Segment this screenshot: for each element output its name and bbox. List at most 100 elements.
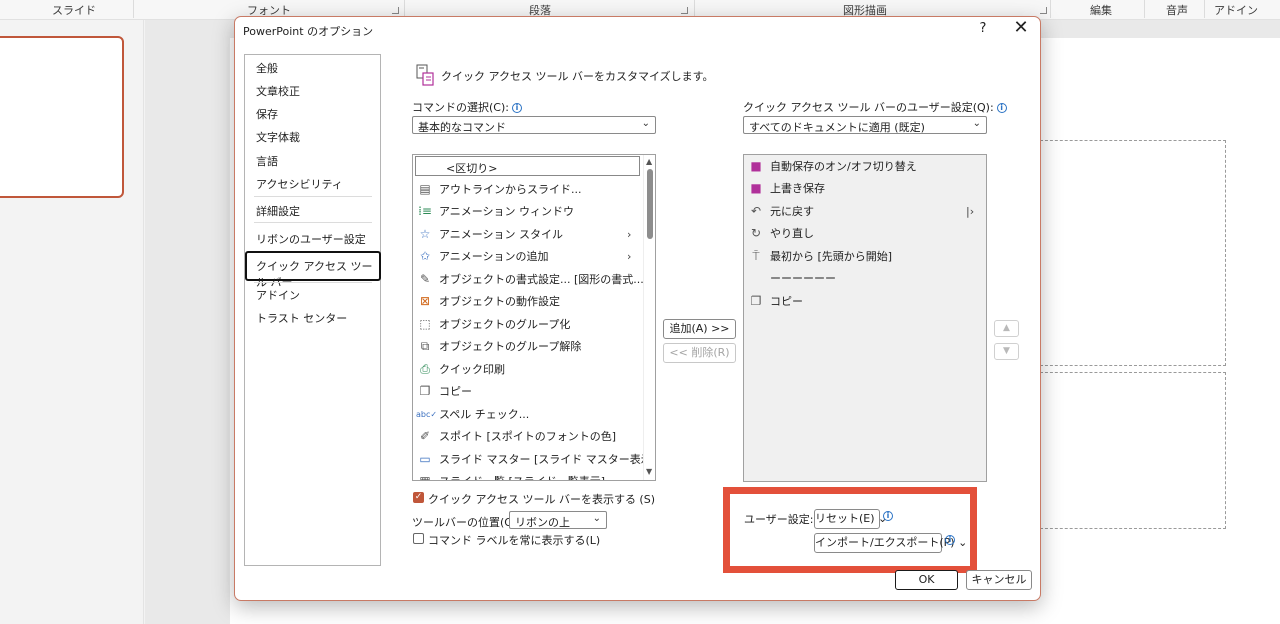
qat-label-text: クイック アクセス ツール バーのユーザー設定(Q): <box>743 101 994 114</box>
list-item-label: オブジェクトのグループ化 <box>439 318 571 331</box>
move-up-button[interactable]: ▲ <box>994 320 1019 337</box>
list-item[interactable]: ❐ コピー <box>744 290 803 312</box>
qat-dropdown[interactable]: すべてのドキュメントに適用 (既定) ⌄ <box>743 116 987 134</box>
info-icon[interactable]: i <box>996 103 1007 113</box>
ribbon-group-audio[interactable]: 音声 <box>1166 2 1188 18</box>
list-item[interactable]: ☆ アニメーション スタイル › <box>413 223 641 245</box>
list-item[interactable]: ■ 自動保存のオン/オフ切り替え <box>744 155 917 177</box>
list-item[interactable]: ⍑ 最初から [先頭から開始] <box>744 245 892 267</box>
list-item[interactable]: ▦ スライド一覧 [スライド一覧表示] <box>413 470 605 480</box>
list-item[interactable]: ↻ やり直し <box>744 222 814 244</box>
animation-style-icon: ☆ <box>419 227 431 241</box>
highlight-box <box>723 487 977 573</box>
ribbon-separator <box>1144 0 1145 18</box>
ungroup-icon: ⧉ <box>420 338 430 353</box>
move-down-button[interactable]: ▼ <box>994 343 1019 360</box>
format-object-icon: ✎ <box>419 272 431 286</box>
font-dialog-launcher-icon[interactable] <box>392 7 399 14</box>
nav-item-proofing[interactable]: 文章校正 <box>256 83 300 99</box>
list-item[interactable]: abc✓ スペル チェック... <box>413 403 529 425</box>
separator-item[interactable]: <区切り> <box>415 156 640 176</box>
cancel-button[interactable]: キャンセル <box>966 570 1032 590</box>
list-item[interactable]: ⧉ オブジェクトのグループ解除 <box>413 335 582 357</box>
nav-divider <box>254 282 372 283</box>
scrollbar-thumb[interactable] <box>647 169 653 239</box>
close-icon[interactable]: ✕ <box>1011 19 1031 39</box>
list-item[interactable]: ✩ アニメーションの追加 › <box>413 245 641 267</box>
quick-print-icon: ⎙ <box>420 361 430 376</box>
list-item[interactable]: ↶ 元に戻す |› <box>744 200 984 222</box>
list-item[interactable]: ▤ アウトラインからスライド... <box>413 178 582 200</box>
undo-icon: ↶ <box>750 204 762 218</box>
list-item-label: 自動保存のオン/オフ切り替え <box>770 160 917 173</box>
show-qat-checkbox[interactable]: ✓ <box>413 492 424 503</box>
drawing-dialog-launcher-icon[interactable] <box>1040 7 1047 14</box>
show-qat-label[interactable]: クイック アクセス ツール バーを表示する (S) <box>428 491 655 507</box>
list-item[interactable]: ■ 上書き保存 <box>744 177 825 199</box>
eyedropper-icon: ✐ <box>419 429 431 443</box>
ribbon-group-addins[interactable]: アドイン <box>1214 2 1258 18</box>
toolbar-position-label: ツールバーの位置(O) <box>412 516 518 529</box>
toolbar-position-value: リボンの上 <box>515 516 570 529</box>
nav-item-accessibility[interactable]: アクセシビリティ <box>256 176 343 192</box>
list-item-label: クイック印刷 <box>439 363 505 376</box>
nav-item-addins[interactable]: アドイン <box>256 287 300 303</box>
add-button[interactable]: 追加(A) >> <box>663 319 736 339</box>
qat-list[interactable]: ■ 自動保存のオン/オフ切り替え ■ 上書き保存 ↶ 元に戻す |› ↻ やり直し ⍑ 最初… <box>743 154 987 482</box>
scroll-up-icon[interactable]: ▲ <box>646 157 652 166</box>
toolbar-position-dropdown[interactable]: リボンの上 ⌄ <box>509 511 607 529</box>
qat-dropdown-value: すべてのドキュメントに適用 (既定) <box>749 121 925 134</box>
list-item-label: コピー <box>439 385 472 398</box>
nav-item-save[interactable]: 保存 <box>256 106 278 122</box>
ribbon-group-slide[interactable]: スライド <box>52 2 96 18</box>
nav-divider <box>254 196 372 197</box>
always-show-labels-checkbox[interactable] <box>413 533 424 544</box>
list-item-label: 元に戻す <box>770 205 814 218</box>
ok-button[interactable]: OK <box>895 570 958 590</box>
qat-label: クイック アクセス ツール バーのユーザー設定(Q): i <box>743 99 1007 115</box>
add-animation-icon: ✩ <box>419 249 431 263</box>
list-item-label: やり直し <box>770 227 814 240</box>
always-show-labels-label[interactable]: コマンド ラベルを常に表示する(L) <box>428 532 600 548</box>
list-item[interactable]: ✎ オブジェクトの書式設定... [図形の書式... <box>413 268 644 290</box>
options-nav: 全般 文章校正 保存 文字体裁 言語 アクセシビリティ 詳細設定 リボンのユーザ… <box>244 54 381 566</box>
list-item[interactable]: ⎙ クイック印刷 <box>413 358 505 380</box>
remove-button[interactable]: << 削除(R) <box>663 343 736 363</box>
list-item[interactable]: ❐ コピー <box>413 380 472 402</box>
ribbon-group-editing[interactable]: 編集 <box>1090 2 1112 18</box>
commands-list[interactable]: <区切り> ▤ アウトラインからスライド... ⁞≡ アニメーション ウィンドウ ☆… <box>412 154 656 481</box>
list-item[interactable]: ▭ スライド マスター [スライド マスター表示] <box>413 448 655 470</box>
list-item[interactable]: ーーーーーー <box>744 267 836 289</box>
slide-thumbnail[interactable] <box>0 36 124 198</box>
start-from-beginning-icon: ⍑ <box>752 248 760 263</box>
info-icon[interactable]: i <box>511 103 522 113</box>
nav-item-typography[interactable]: 文字体裁 <box>256 129 300 145</box>
ribbon-separator <box>133 0 134 18</box>
object-action-icon: ⊠ <box>419 294 431 308</box>
commands-dropdown-value: 基本的なコマンド <box>418 121 506 134</box>
placeholder[interactable] <box>1040 372 1226 529</box>
placeholder[interactable] <box>1040 140 1226 366</box>
list-item-label: スペル チェック... <box>439 408 530 421</box>
nav-item-advanced[interactable]: 詳細設定 <box>256 203 300 219</box>
nav-item-trust-center[interactable]: トラスト センター <box>256 310 347 326</box>
list-item[interactable]: ⁞≡ アニメーション ウィンドウ <box>413 200 574 222</box>
list-item[interactable]: ⊠ オブジェクトの動作設定 <box>413 290 560 312</box>
list-item-label: オブジェクトのグループ解除 <box>439 340 582 353</box>
list-item[interactable]: ✐ スポイト [スポイトのフォントの色] <box>413 425 616 447</box>
list-item[interactable]: <区切り> <box>413 155 641 177</box>
commands-scrollbar[interactable]: ▲ ▼ <box>643 155 655 480</box>
list-item-label: アウトラインからスライド... <box>439 183 582 196</box>
commands-dropdown[interactable]: 基本的なコマンド ⌄ <box>412 116 656 134</box>
nav-item-customize-ribbon[interactable]: リボンのユーザー設定 <box>256 231 366 247</box>
nav-item-language[interactable]: 言語 <box>256 153 278 169</box>
scroll-down-icon[interactable]: ▼ <box>646 467 652 476</box>
save-icon: ■ <box>750 181 762 195</box>
nav-item-general[interactable]: 全般 <box>256 60 278 76</box>
list-item[interactable]: ⬚ オブジェクトのグループ化 <box>413 313 570 335</box>
copy-icon: ❐ <box>419 384 431 398</box>
chevron-down-icon: ⌄ <box>972 118 981 129</box>
commands-label-text: コマンドの選択(C): <box>412 101 509 114</box>
help-icon[interactable]: ? <box>975 21 991 37</box>
paragraph-dialog-launcher-icon[interactable] <box>681 7 688 14</box>
